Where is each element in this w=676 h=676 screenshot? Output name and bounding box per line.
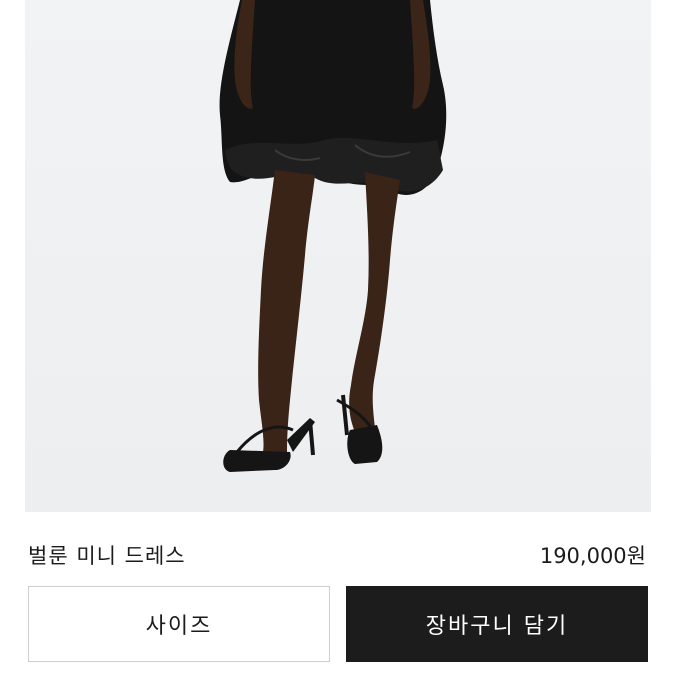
product-price: 190,000원 xyxy=(539,544,646,568)
product-photo-illustration xyxy=(219,0,447,472)
product-detail-page: 벌룬 미니 드레스 190,000원 사이즈 장바구니 담기 xyxy=(0,0,676,676)
product-name: 벌룬 미니 드레스 xyxy=(28,544,186,568)
product-image[interactable] xyxy=(25,0,651,512)
size-button[interactable]: 사이즈 xyxy=(28,586,330,662)
add-to-cart-button[interactable]: 장바구니 담기 xyxy=(346,586,648,662)
product-info-row: 벌룬 미니 드레스 190,000원 xyxy=(0,512,676,584)
